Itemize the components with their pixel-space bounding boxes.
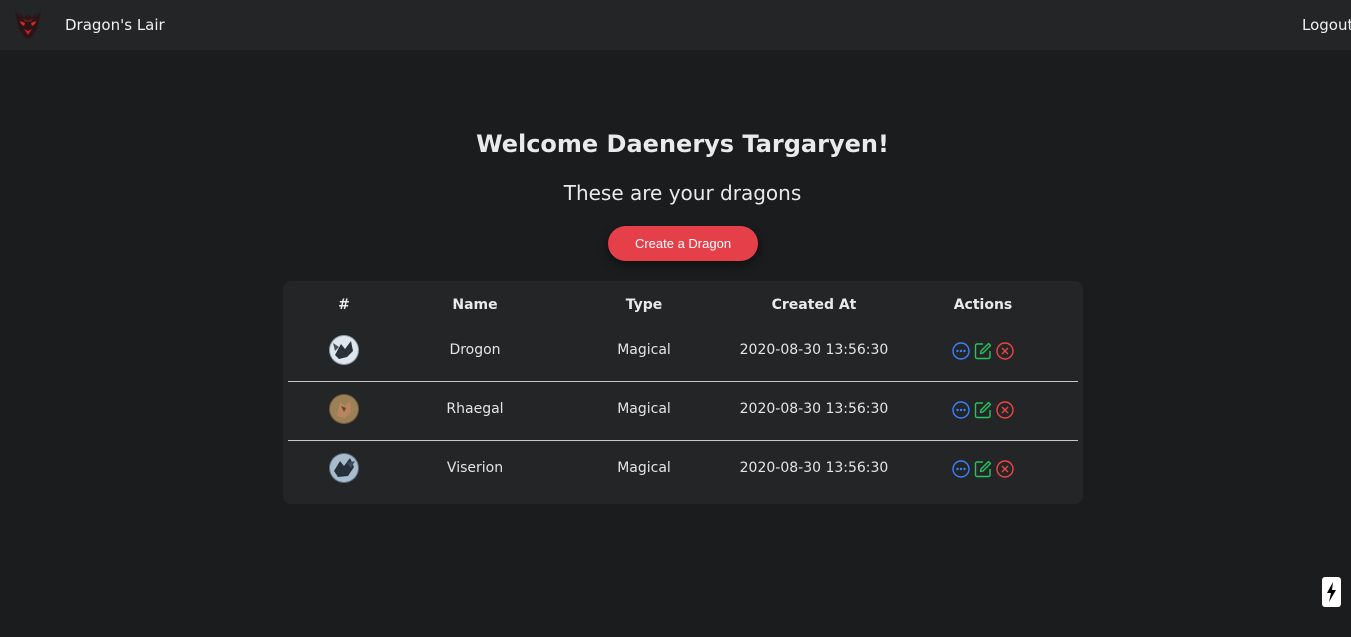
welcome-heading: Welcome Daenerys Targaryen! xyxy=(476,130,889,158)
table-row: Viserion Magical 2020-08-30 13:56:30 xyxy=(288,440,1078,499)
delete-icon[interactable] xyxy=(996,401,1014,419)
dragon-created-at: 2020-08-30 13:56:30 xyxy=(739,460,889,476)
dragon-type: Magical xyxy=(617,460,671,476)
delete-icon[interactable] xyxy=(996,460,1014,478)
edit-icon[interactable] xyxy=(974,342,992,360)
dragons-table: # Name Type Created At Actions Drogon Ma… xyxy=(283,281,1083,504)
subtitle: These are your dragons xyxy=(563,181,802,205)
row-actions xyxy=(952,401,1014,419)
logout-link[interactable]: Logout xyxy=(1302,16,1351,34)
dragon-name: Viserion xyxy=(446,460,504,476)
dragon-avatar xyxy=(329,335,359,365)
edit-icon[interactable] xyxy=(974,460,992,478)
column-header-name: Name xyxy=(452,297,498,313)
dragon-avatar xyxy=(329,453,359,483)
row-actions xyxy=(952,342,1014,360)
more-icon[interactable] xyxy=(952,401,970,419)
table-row: Drogon Magical 2020-08-30 13:56:30 xyxy=(288,322,1078,382)
lightning-badge[interactable] xyxy=(1322,577,1341,607)
dragon-logo-icon[interactable] xyxy=(13,9,43,41)
dragon-type: Magical xyxy=(617,342,671,358)
dragon-created-at: 2020-08-30 13:56:30 xyxy=(739,342,889,358)
column-header-index: # xyxy=(338,297,350,313)
table-row: Rhaegal Magical 2020-08-30 13:56:30 xyxy=(288,381,1078,441)
delete-icon[interactable] xyxy=(996,342,1014,360)
dragon-name: Drogon xyxy=(449,342,501,358)
edit-icon[interactable] xyxy=(974,401,992,419)
dragon-name: Rhaegal xyxy=(446,401,504,417)
dragon-avatar xyxy=(329,394,359,424)
dragon-type: Magical xyxy=(617,401,671,417)
brand-link[interactable]: Dragon's Lair xyxy=(65,16,165,34)
column-header-actions: Actions xyxy=(953,297,1013,313)
create-dragon-button[interactable]: Create a Dragon xyxy=(608,226,758,261)
lightning-icon xyxy=(1327,582,1336,602)
dragon-created-at: 2020-08-30 13:56:30 xyxy=(739,401,889,417)
row-actions xyxy=(952,460,1014,478)
more-icon[interactable] xyxy=(952,460,970,478)
column-header-type: Type xyxy=(625,297,663,313)
column-header-created-at: Created At xyxy=(771,297,857,313)
navbar: Dragon's Lair Logout xyxy=(0,0,1351,50)
more-icon[interactable] xyxy=(952,342,970,360)
